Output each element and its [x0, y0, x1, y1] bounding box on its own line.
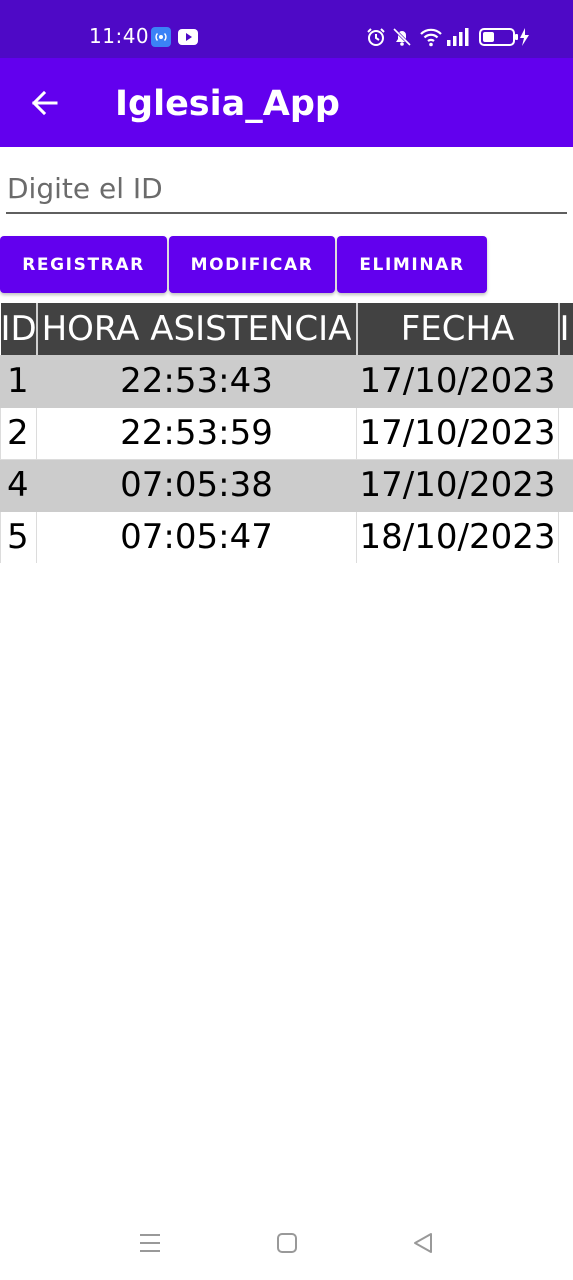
home-icon[interactable] — [276, 1232, 298, 1254]
cell-hora: 22:53:43 — [36, 355, 357, 408]
battery-charging-icon — [479, 28, 529, 46]
page-title: Iglesia_App — [115, 84, 340, 124]
signal-icon — [447, 28, 469, 46]
id-input[interactable] — [6, 164, 567, 214]
header-hora-asistencia: HORA ASISTENCIA — [36, 303, 358, 355]
table-row[interactable]: 1 22:53:43 17/10/2023 — [0, 355, 573, 408]
cell-fecha: 17/10/2023 — [356, 459, 559, 512]
recents-icon[interactable] — [139, 1232, 161, 1254]
app-bar: Iglesia_App — [0, 58, 573, 147]
cell-id: 5 — [0, 511, 37, 563]
header-extra: I — [558, 303, 573, 355]
cell-extra — [558, 407, 573, 460]
table-header-row: ID HORA ASISTENCIA FECHA I — [0, 303, 573, 355]
cell-id: 4 — [0, 459, 37, 512]
hotspot-icon — [151, 27, 171, 47]
cell-id: 1 — [0, 355, 37, 408]
cell-fecha: 17/10/2023 — [356, 355, 559, 408]
cell-hora: 22:53:59 — [36, 407, 357, 460]
attendance-table: ID HORA ASISTENCIA FECHA I 1 22:53:43 17… — [0, 303, 573, 563]
bell-off-icon — [392, 27, 412, 47]
eliminar-button[interactable]: ELIMINAR — [337, 236, 487, 293]
cell-hora: 07:05:47 — [36, 511, 357, 563]
wifi-icon — [420, 28, 442, 47]
youtube-icon — [178, 29, 198, 45]
modificar-button[interactable]: MODIFICAR — [169, 236, 335, 293]
cell-fecha: 17/10/2023 — [356, 407, 559, 460]
registrar-button[interactable]: REGISTRAR — [0, 236, 167, 293]
back-triangle-icon[interactable] — [412, 1232, 434, 1254]
status-bar: 11:40 — [0, 0, 573, 58]
system-nav-bar — [0, 1210, 573, 1280]
status-time: 11:40 — [89, 24, 150, 48]
attendance-table-container[interactable]: ID HORA ASISTENCIA FECHA I 1 22:53:43 17… — [0, 303, 573, 563]
arrow-left-icon[interactable] — [30, 89, 58, 117]
cell-fecha: 18/10/2023 — [356, 511, 559, 563]
cell-id: 2 — [0, 407, 37, 460]
header-fecha: FECHA — [356, 303, 560, 355]
cell-extra — [558, 459, 573, 512]
table-row[interactable]: 5 07:05:47 18/10/2023 — [0, 511, 573, 563]
cell-extra — [558, 355, 573, 408]
table-row[interactable]: 2 22:53:59 17/10/2023 — [0, 407, 573, 460]
cell-hora: 07:05:38 — [36, 459, 357, 512]
table-row[interactable]: 4 07:05:38 17/10/2023 — [0, 459, 573, 512]
header-id: ID — [0, 303, 38, 355]
cell-extra — [558, 511, 573, 563]
alarm-icon — [367, 28, 385, 46]
